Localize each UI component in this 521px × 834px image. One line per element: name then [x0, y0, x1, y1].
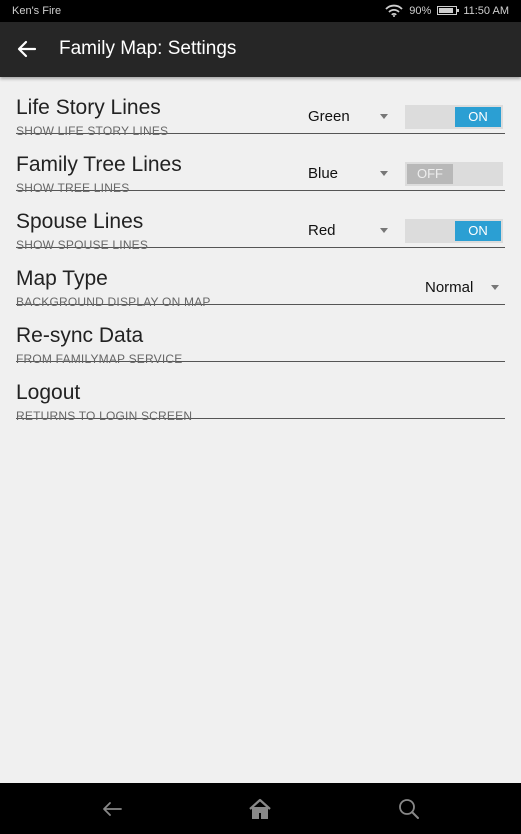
- setting-life-story-lines: Life Story Lines SHOW LIFE STORY LINES G…: [16, 77, 505, 138]
- setting-resync-data[interactable]: Re-sync Data FROM FAMILYMAP SERVICE: [16, 305, 505, 366]
- setting-map-type: Map Type BACKGROUND DISPLAY ON MAP Norma…: [16, 248, 505, 309]
- battery-percent: 90%: [409, 4, 432, 17]
- battery-icon: [437, 6, 460, 15]
- dropdown-arrow-icon: [380, 114, 388, 119]
- toggle-label: OFF: [407, 164, 453, 184]
- search-icon[interactable]: [396, 796, 422, 822]
- page-title: Family Map: Settings: [59, 38, 237, 59]
- life-story-color-dropdown[interactable]: Green: [308, 108, 398, 125]
- dropdown-arrow-icon: [380, 171, 388, 176]
- setting-subtitle: RETURNS TO LOGIN SCREEN: [16, 409, 193, 423]
- setting-logout[interactable]: Logout RETURNS TO LOGIN SCREEN: [16, 362, 505, 423]
- setting-title: Spouse Lines: [16, 210, 144, 233]
- dropdown-value: Blue: [308, 165, 339, 182]
- setting-title: Life Story Lines: [16, 96, 161, 119]
- setting-title: Logout: [16, 381, 81, 404]
- family-tree-toggle[interactable]: OFF: [405, 162, 503, 186]
- dropdown-value: Red: [308, 222, 336, 239]
- setting-title: Map Type: [16, 267, 108, 290]
- map-type-dropdown[interactable]: Normal: [425, 279, 505, 296]
- spouse-color-dropdown[interactable]: Red: [308, 222, 398, 239]
- clock: 11:50 AM: [463, 4, 509, 17]
- setting-title: Family Tree Lines: [16, 153, 182, 176]
- dropdown-arrow-icon: [380, 228, 388, 233]
- setting-family-tree-lines: Family Tree Lines SHOW TREE LINES Blue O…: [16, 134, 505, 195]
- wifi-icon: [385, 4, 403, 17]
- life-story-toggle[interactable]: ON: [405, 105, 503, 129]
- back-icon[interactable]: [99, 796, 125, 822]
- setting-spouse-lines: Spouse Lines SHOW SPOUSE LINES Red ON: [16, 191, 505, 252]
- dropdown-arrow-icon: [491, 285, 499, 290]
- arrow-left-icon[interactable]: [14, 36, 40, 62]
- app-bar: Family Map: Settings: [0, 22, 521, 77]
- family-tree-color-dropdown[interactable]: Blue: [308, 165, 398, 182]
- home-icon[interactable]: [247, 796, 273, 822]
- toggle-label: ON: [455, 221, 501, 241]
- toggle-label: ON: [455, 107, 501, 127]
- dropdown-value: Green: [308, 108, 350, 125]
- navigation-bar: [0, 783, 521, 834]
- status-icons: 90% 11:50 AM: [385, 4, 509, 17]
- status-bar: Ken's Fire 90% 11:50 AM: [0, 0, 521, 22]
- dropdown-value: Normal: [425, 279, 474, 296]
- setting-title: Re-sync Data: [16, 324, 144, 347]
- spouse-toggle[interactable]: ON: [405, 219, 503, 243]
- device-name: Ken's Fire: [12, 5, 62, 17]
